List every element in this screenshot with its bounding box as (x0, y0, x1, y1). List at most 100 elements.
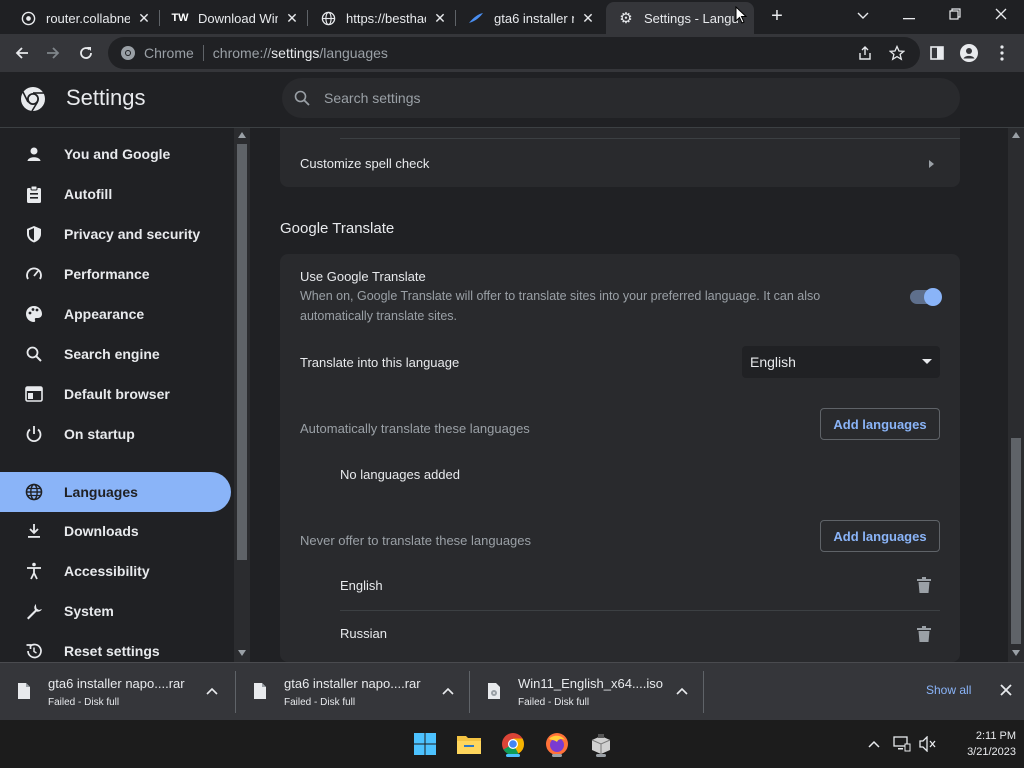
back-button[interactable] (9, 40, 35, 66)
add-auto-translate-languages-button[interactable]: Add languages (820, 408, 940, 440)
tray-volume[interactable] (918, 734, 938, 754)
download-item[interactable]: Win11_English_x64....iso Failed - Disk f… (470, 663, 704, 721)
use-google-translate-toggle[interactable] (910, 288, 942, 306)
caret-down-icon (922, 359, 932, 364)
menu-button[interactable] (989, 40, 1015, 66)
use-google-translate-title: Use Google Translate (300, 269, 426, 284)
settings-header: Settings (0, 72, 1024, 128)
site-label: Chrome (144, 45, 194, 61)
customize-spell-check-label: Customize spell check (300, 155, 430, 171)
tab-router[interactable]: router.collabnet ✕ (8, 2, 160, 34)
new-tab-button[interactable]: + (766, 5, 788, 27)
download-filename: gta6 installer napo....rar (48, 676, 185, 691)
tab-gta6-installer[interactable]: gta6 installer na ✕ (456, 2, 604, 34)
main-scrollbar[interactable] (1008, 128, 1024, 662)
chevron-up-icon[interactable] (674, 683, 690, 699)
list-item: Russian (280, 610, 960, 660)
close-icon[interactable]: ✕ (432, 10, 448, 27)
settings-main: Customize spell check Google Translate U… (250, 128, 1008, 662)
taskbar-file-explorer[interactable] (454, 729, 484, 759)
forward-button[interactable] (40, 40, 66, 66)
reload-button[interactable] (73, 40, 99, 66)
tab-download-windows[interactable]: TW Download Wind ✕ (160, 2, 308, 34)
taskbar-chrome[interactable] (498, 729, 528, 759)
sidebar-item-label: Default browser (64, 386, 170, 402)
avatar-icon (960, 44, 978, 62)
side-panel-button[interactable] (924, 40, 950, 66)
download-filename: gta6 installer napo....rar (284, 676, 421, 691)
sidebar-item-downloads[interactable]: Downloads (0, 511, 231, 551)
trash-icon[interactable] (917, 626, 931, 642)
close-icon[interactable]: ✕ (136, 10, 152, 27)
sidebar-item-on-startup[interactable]: On startup (0, 414, 231, 454)
trash-icon[interactable] (917, 577, 931, 593)
tab-title: router.collabnet (46, 10, 130, 26)
close-icon[interactable]: ✕ (284, 10, 300, 27)
sidebar-item-label: Performance (64, 266, 150, 282)
restore-button[interactable] (932, 0, 978, 32)
tab-search-button[interactable] (840, 0, 886, 32)
search-box[interactable] (282, 78, 960, 118)
chrome-icon (121, 46, 135, 60)
tray-network[interactable] (892, 734, 912, 754)
chevron-up-icon[interactable] (204, 683, 220, 699)
sidebar-item-reset-settings[interactable]: Reset settings (0, 631, 231, 662)
disc-image-file-icon (488, 683, 500, 699)
package-icon (591, 734, 611, 754)
download-item[interactable]: gta6 installer napo....rar Failed - Disk… (236, 663, 470, 721)
sidebar-item-label: Downloads (64, 523, 139, 539)
no-languages-added-label: No languages added (340, 467, 460, 482)
minimize-button[interactable] (886, 0, 932, 32)
start-button[interactable] (410, 729, 440, 759)
page-title: Settings (66, 85, 146, 110)
sidebar-scrollbar-thumb[interactable] (237, 144, 247, 560)
sidebar-item-label: Languages (64, 484, 138, 500)
taskbar-firefox[interactable] (542, 729, 572, 759)
sidebar-item-accessibility[interactable]: Accessibility (0, 551, 231, 591)
tray-overflow-button[interactable] (864, 734, 884, 754)
translate-into-select[interactable]: English (742, 346, 940, 378)
sidebar-scrollbar[interactable] (234, 128, 250, 662)
sidebar-item-appearance[interactable]: Appearance (0, 294, 231, 334)
url-path: /languages (319, 45, 388, 61)
scroll-down-icon (238, 650, 246, 656)
chevron-up-icon[interactable] (440, 683, 456, 699)
customize-spell-check-row[interactable]: Customize spell check (280, 139, 960, 187)
address-bar[interactable]: Chrome chrome://settings/languages (108, 37, 920, 69)
sidebar-item-search-engine[interactable]: Search engine (0, 334, 231, 374)
translate-into-label: Translate into this language (300, 355, 460, 370)
close-icon[interactable]: ✕ (580, 10, 596, 27)
search-icon (294, 90, 310, 106)
settings-sidebar: You and Google Autofill Privacy and secu… (0, 128, 234, 662)
download-item[interactable]: gta6 installer napo....rar Failed - Disk… (0, 663, 234, 721)
spell-check-card: Customize spell check (280, 128, 960, 187)
close-downloads-bar-button[interactable] (996, 680, 1016, 700)
share-icon[interactable] (856, 44, 874, 62)
search-input[interactable] (324, 90, 924, 106)
sidebar-item-languages[interactable]: Languages (0, 472, 231, 512)
tab-besthack[interactable]: https://besthack ✕ (308, 2, 456, 34)
bookmark-star-icon[interactable] (888, 44, 906, 62)
main-scrollbar-thumb[interactable] (1011, 438, 1021, 644)
sidebar-item-you-and-google[interactable]: You and Google (0, 134, 231, 174)
url-host: settings (271, 45, 320, 61)
sidebar-item-label: You and Google (64, 146, 171, 162)
sidebar-item-system[interactable]: System (0, 591, 231, 631)
clock-time: 2:11 PM (975, 730, 1016, 742)
sidebar-item-label: Reset settings (64, 643, 160, 659)
profile-button[interactable] (956, 40, 982, 66)
tab-settings-languages[interactable]: ⚙ Settings - Langu (606, 2, 754, 34)
sidebar-item-autofill[interactable]: Autofill (0, 174, 231, 214)
person-icon (24, 144, 44, 164)
show-all-downloads-link[interactable]: Show all (926, 683, 971, 697)
sidebar-item-default-browser[interactable]: Default browser (0, 374, 231, 414)
taskbar-clock[interactable]: 2:11 PM 3/21/2023 (946, 728, 1016, 760)
taskbar-installer-app[interactable] (586, 729, 616, 759)
minimize-icon (903, 18, 915, 20)
add-never-translate-languages-button[interactable]: Add languages (820, 520, 940, 552)
close-window-button[interactable] (978, 0, 1024, 32)
palette-icon (24, 304, 44, 324)
sidebar-item-performance[interactable]: Performance (0, 254, 231, 294)
speedometer-icon (24, 264, 44, 284)
sidebar-item-privacy[interactable]: Privacy and security (0, 214, 231, 254)
